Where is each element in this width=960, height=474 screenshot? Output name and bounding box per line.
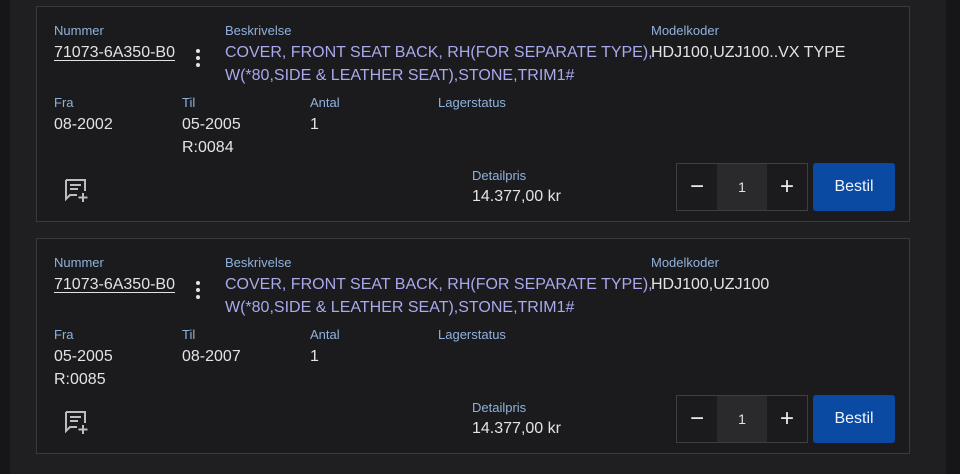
model-codes-label: Modelkoder: [651, 23, 719, 38]
quantity-stepper[interactable]: − 1 +: [676, 163, 808, 211]
more-options-icon[interactable]: [192, 47, 204, 69]
part-card: Nummer 71073-6A350-B0 Beskrivelse COVER,…: [36, 6, 910, 222]
number-label: Nummer: [54, 23, 104, 38]
increase-button[interactable]: +: [767, 164, 807, 210]
model-codes-value: HDJ100,UZJ100..VX TYPE: [651, 44, 846, 61]
order-button[interactable]: Bestil: [813, 163, 895, 211]
retail-price-value: 14.377,00 kr: [472, 420, 561, 437]
add-note-icon[interactable]: [63, 177, 89, 203]
part-number-link[interactable]: 71073-6A350-B0: [54, 276, 175, 294]
quantity-value: 1: [310, 348, 319, 365]
add-note-icon[interactable]: [63, 409, 89, 435]
to-label: Til: [182, 95, 196, 110]
more-options-icon[interactable]: [192, 279, 204, 301]
model-codes-value: HDJ100,UZJ100: [651, 276, 770, 293]
order-quantity-value[interactable]: 1: [717, 164, 767, 210]
quantity-label: Antal: [310, 95, 340, 110]
from-reference: R:0085: [54, 371, 106, 388]
retail-price-value: 14.377,00 kr: [472, 188, 561, 205]
description-line-1: COVER, FRONT SEAT BACK, RH(FOR SEPARATE …: [225, 276, 653, 293]
from-label: Fra: [54, 95, 74, 110]
description-label: Beskrivelse: [225, 255, 292, 270]
from-label: Fra: [54, 327, 74, 342]
description-line-1: COVER, FRONT SEAT BACK, RH(FOR SEPARATE …: [225, 44, 653, 61]
retail-price-label: Detailpris: [472, 400, 527, 415]
order-button[interactable]: Bestil: [813, 395, 895, 443]
from-value: 08-2002: [54, 116, 113, 133]
description-label: Beskrivelse: [225, 23, 292, 38]
to-reference: R:0084: [182, 139, 234, 156]
decrease-button[interactable]: −: [677, 396, 717, 442]
number-label: Nummer: [54, 255, 104, 270]
increase-button[interactable]: +: [767, 396, 807, 442]
to-label: Til: [182, 327, 196, 342]
part-card: Nummer 71073-6A350-B0 Beskrivelse COVER,…: [36, 238, 910, 454]
to-value: 05-2005: [182, 116, 241, 133]
retail-price-label: Detailpris: [472, 168, 527, 183]
quantity-stepper[interactable]: − 1 +: [676, 395, 808, 443]
stock-status-label: Lagerstatus: [438, 95, 506, 110]
left-edge: [0, 0, 10, 474]
quantity-value: 1: [310, 116, 319, 133]
model-codes-label: Modelkoder: [651, 255, 719, 270]
description-line-2: W(*80,SIDE & LEATHER SEAT),STONE,TRIM1#: [225, 299, 575, 316]
to-value: 08-2007: [182, 348, 241, 365]
decrease-button[interactable]: −: [677, 164, 717, 210]
order-quantity-value[interactable]: 1: [717, 396, 767, 442]
quantity-label: Antal: [310, 327, 340, 342]
from-value: 05-2005: [54, 348, 113, 365]
description-line-2: W(*80,SIDE & LEATHER SEAT),STONE,TRIM1#: [225, 67, 575, 84]
right-edge: [946, 0, 960, 474]
part-number-link[interactable]: 71073-6A350-B0: [54, 44, 175, 62]
stock-status-label: Lagerstatus: [438, 327, 506, 342]
